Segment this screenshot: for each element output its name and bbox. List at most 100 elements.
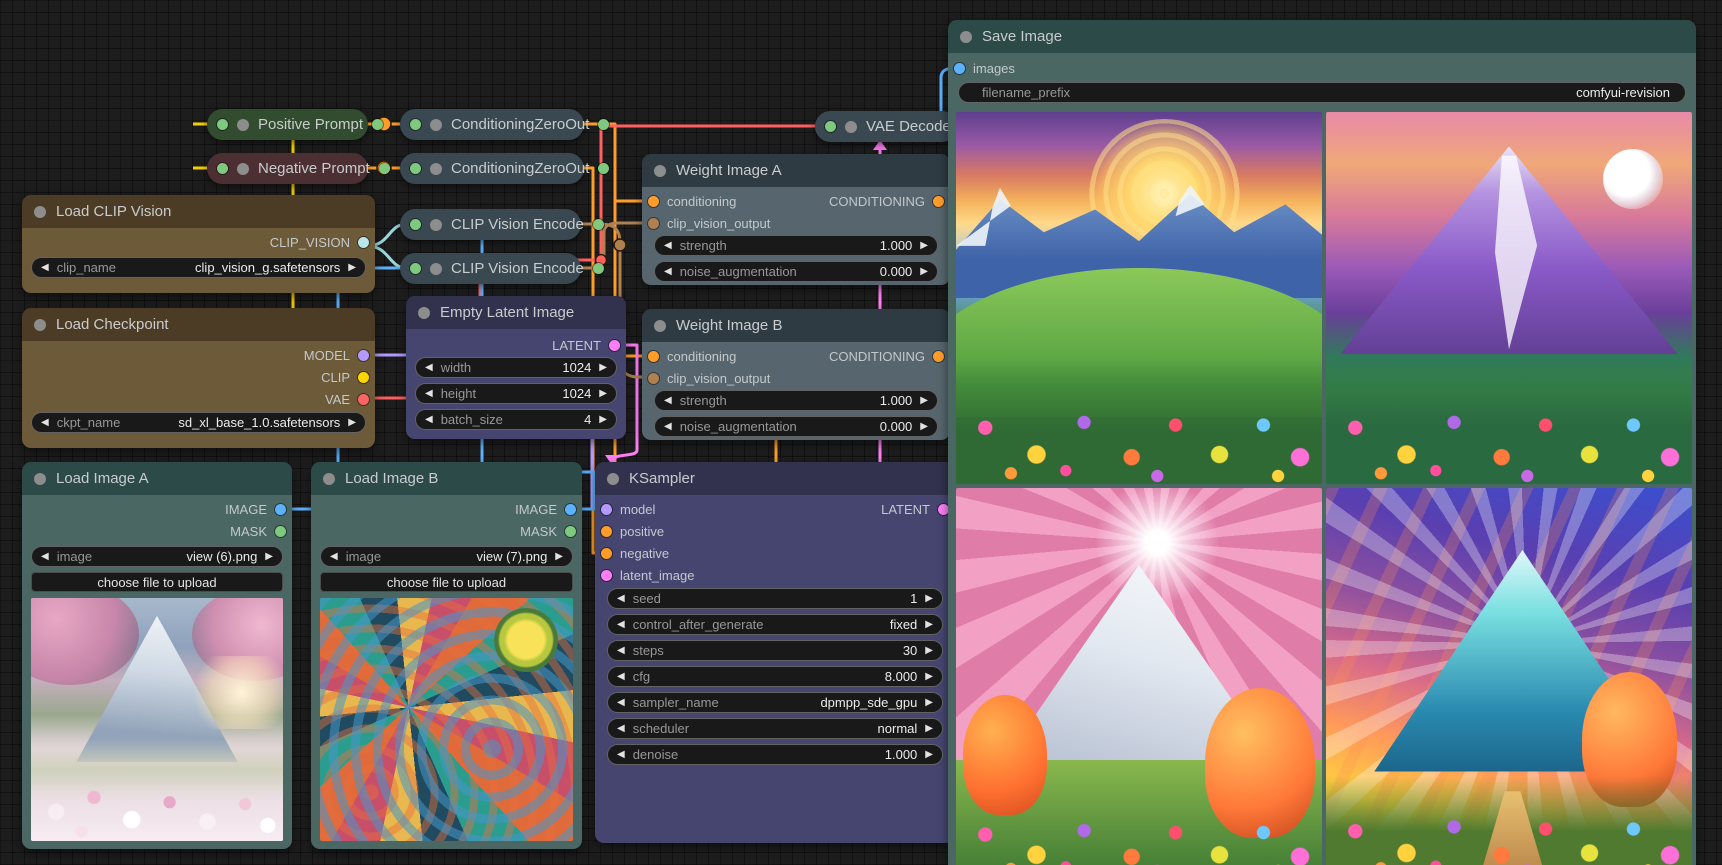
increment-arrow-icon[interactable]: ▶ xyxy=(925,672,933,682)
increment-arrow-icon[interactable]: ▶ xyxy=(925,646,933,656)
collapse-toggle[interactable] xyxy=(418,307,430,319)
output-dot[interactable] xyxy=(275,504,286,515)
denoise-widget[interactable]: ◀ denoise 1.000 ▶ xyxy=(607,744,943,765)
node-clip-vision-encode-2[interactable]: CLIP Vision Encode xyxy=(400,253,581,284)
output-dot[interactable] xyxy=(275,526,286,537)
output-model[interactable]: MODEL xyxy=(22,348,369,362)
node-save-image[interactable]: Save Image images filename_prefix comfyu… xyxy=(948,20,1696,865)
collapse-toggle[interactable] xyxy=(607,473,619,485)
image-widget[interactable]: ◀ image view (6).png ▶ xyxy=(31,546,283,567)
output-image[interactable]: IMAGE xyxy=(311,502,576,516)
output-vae[interactable]: VAE xyxy=(22,392,369,406)
scheduler-widget[interactable]: ◀ scheduler normal ▶ xyxy=(607,718,943,739)
output-dot[interactable] xyxy=(358,350,369,361)
output-dot[interactable] xyxy=(598,119,609,130)
increment-arrow-icon[interactable]: ▶ xyxy=(348,418,356,428)
seed-widget[interactable]: ◀ seed 1 ▶ xyxy=(607,588,943,609)
input-dot[interactable] xyxy=(217,119,228,130)
decrement-arrow-icon[interactable]: ◀ xyxy=(617,620,625,630)
control-after-generate-widget[interactable]: ◀ control_after_generate fixed ▶ xyxy=(607,614,943,635)
input-dot[interactable] xyxy=(410,119,421,130)
collapse-toggle[interactable] xyxy=(654,320,666,332)
decrement-arrow-icon[interactable]: ◀ xyxy=(41,418,49,428)
output-dot[interactable] xyxy=(372,119,383,130)
decrement-arrow-icon[interactable]: ◀ xyxy=(41,552,49,562)
strength-widget[interactable]: ◀ strength 1.000 ▶ xyxy=(654,235,938,256)
output-dot[interactable] xyxy=(933,351,944,362)
input-clip-vision-output[interactable]: clip_vision_output xyxy=(648,216,770,230)
collapse-toggle[interactable] xyxy=(960,31,972,43)
output-dot[interactable] xyxy=(358,394,369,405)
output-clip[interactable]: CLIP xyxy=(22,370,369,384)
collapse-toggle[interactable] xyxy=(323,473,335,485)
decrement-arrow-icon[interactable]: ◀ xyxy=(425,415,433,425)
output-dot[interactable] xyxy=(565,504,576,515)
node-vae-decode[interactable]: VAE Decode xyxy=(815,111,957,142)
input-latent-image[interactable]: latent_image xyxy=(601,568,694,582)
node-graph-canvas[interactable]: Positive Prompt ConditioningZeroOut Nega… xyxy=(0,0,1722,865)
output-conditioning[interactable]: CONDITIONING xyxy=(829,194,944,208)
node-load-clip-vision[interactable]: Load CLIP Vision CLIP_VISION ◀ clip_name… xyxy=(22,195,375,293)
increment-arrow-icon[interactable]: ▶ xyxy=(920,422,928,432)
input-dot[interactable] xyxy=(954,63,965,74)
increment-arrow-icon[interactable]: ▶ xyxy=(925,724,933,734)
increment-arrow-icon[interactable]: ▶ xyxy=(925,698,933,708)
output-dot[interactable] xyxy=(593,263,604,274)
increment-arrow-icon[interactable]: ▶ xyxy=(348,263,356,273)
collapse-toggle[interactable] xyxy=(34,473,46,485)
increment-arrow-icon[interactable]: ▶ xyxy=(925,620,933,630)
increment-arrow-icon[interactable]: ▶ xyxy=(599,363,607,373)
output-conditioning[interactable]: CONDITIONING xyxy=(829,349,944,363)
node-load-image-b[interactable]: Load Image B IMAGE MASK ◀ image view (7)… xyxy=(311,462,582,849)
input-dot[interactable] xyxy=(648,373,659,384)
output-dot[interactable] xyxy=(933,196,944,207)
node-empty-latent-image[interactable]: Empty Latent Image LATENT ◀ width 1024 ▶… xyxy=(406,296,626,439)
node-load-checkpoint[interactable]: Load Checkpoint MODEL CLIP VAE ◀ ckpt_na… xyxy=(22,308,375,448)
input-dot[interactable] xyxy=(410,163,421,174)
decrement-arrow-icon[interactable]: ◀ xyxy=(664,267,672,277)
increment-arrow-icon[interactable]: ▶ xyxy=(920,267,928,277)
clip-name-widget[interactable]: ◀ clip_name clip_vision_g.safetensors ▶ xyxy=(31,257,366,278)
collapse-toggle[interactable] xyxy=(430,163,442,175)
node-conditioning-zero-out-2[interactable]: ConditioningZeroOut xyxy=(400,153,584,184)
collapse-toggle[interactable] xyxy=(430,263,442,275)
image-widget[interactable]: ◀ image view (7).png ▶ xyxy=(320,546,573,567)
decrement-arrow-icon[interactable]: ◀ xyxy=(617,594,625,604)
node-ksampler[interactable]: KSampler model LATENT positive negative … xyxy=(595,462,955,843)
input-dot[interactable] xyxy=(601,526,612,537)
decrement-arrow-icon[interactable]: ◀ xyxy=(664,396,672,406)
output-clip-vision[interactable]: CLIP_VISION xyxy=(22,235,369,249)
collapse-toggle[interactable] xyxy=(845,121,857,133)
decrement-arrow-icon[interactable]: ◀ xyxy=(425,363,433,373)
input-dot[interactable] xyxy=(825,121,836,132)
cfg-widget[interactable]: ◀ cfg 8.000 ▶ xyxy=(607,666,943,687)
strength-widget[interactable]: ◀ strength 1.000 ▶ xyxy=(654,390,938,411)
output-image[interactable]: IMAGE xyxy=(22,502,286,516)
height-widget[interactable]: ◀ height 1024 ▶ xyxy=(415,383,617,404)
output-dot[interactable] xyxy=(565,526,576,537)
output-latent[interactable]: LATENT xyxy=(881,502,949,516)
decrement-arrow-icon[interactable]: ◀ xyxy=(617,750,625,760)
decrement-arrow-icon[interactable]: ◀ xyxy=(617,698,625,708)
choose-file-button[interactable]: choose file to upload xyxy=(31,572,283,592)
output-dot[interactable] xyxy=(358,237,369,248)
increment-arrow-icon[interactable]: ▶ xyxy=(265,552,273,562)
output-dot[interactable] xyxy=(598,163,609,174)
input-negative[interactable]: negative xyxy=(601,546,669,560)
collapse-toggle[interactable] xyxy=(34,206,46,218)
node-load-image-a[interactable]: Load Image A IMAGE MASK ◀ image view (6)… xyxy=(22,462,292,849)
output-dot[interactable] xyxy=(358,372,369,383)
increment-arrow-icon[interactable]: ▶ xyxy=(925,750,933,760)
collapse-toggle[interactable] xyxy=(430,219,442,231)
collapse-toggle[interactable] xyxy=(34,319,46,331)
decrement-arrow-icon[interactable]: ◀ xyxy=(330,552,338,562)
decrement-arrow-icon[interactable]: ◀ xyxy=(41,263,49,273)
input-dot[interactable] xyxy=(410,263,421,274)
ckpt-name-widget[interactable]: ◀ ckpt_name sd_xl_base_1.0.safetensors ▶ xyxy=(31,412,366,433)
input-dot[interactable] xyxy=(217,163,228,174)
increment-arrow-icon[interactable]: ▶ xyxy=(599,415,607,425)
input-positive[interactable]: positive xyxy=(601,524,664,538)
decrement-arrow-icon[interactable]: ◀ xyxy=(617,646,625,656)
input-dot[interactable] xyxy=(648,196,659,207)
noise-augmentation-widget[interactable]: ◀ noise_augmentation 0.000 ▶ xyxy=(654,416,938,437)
